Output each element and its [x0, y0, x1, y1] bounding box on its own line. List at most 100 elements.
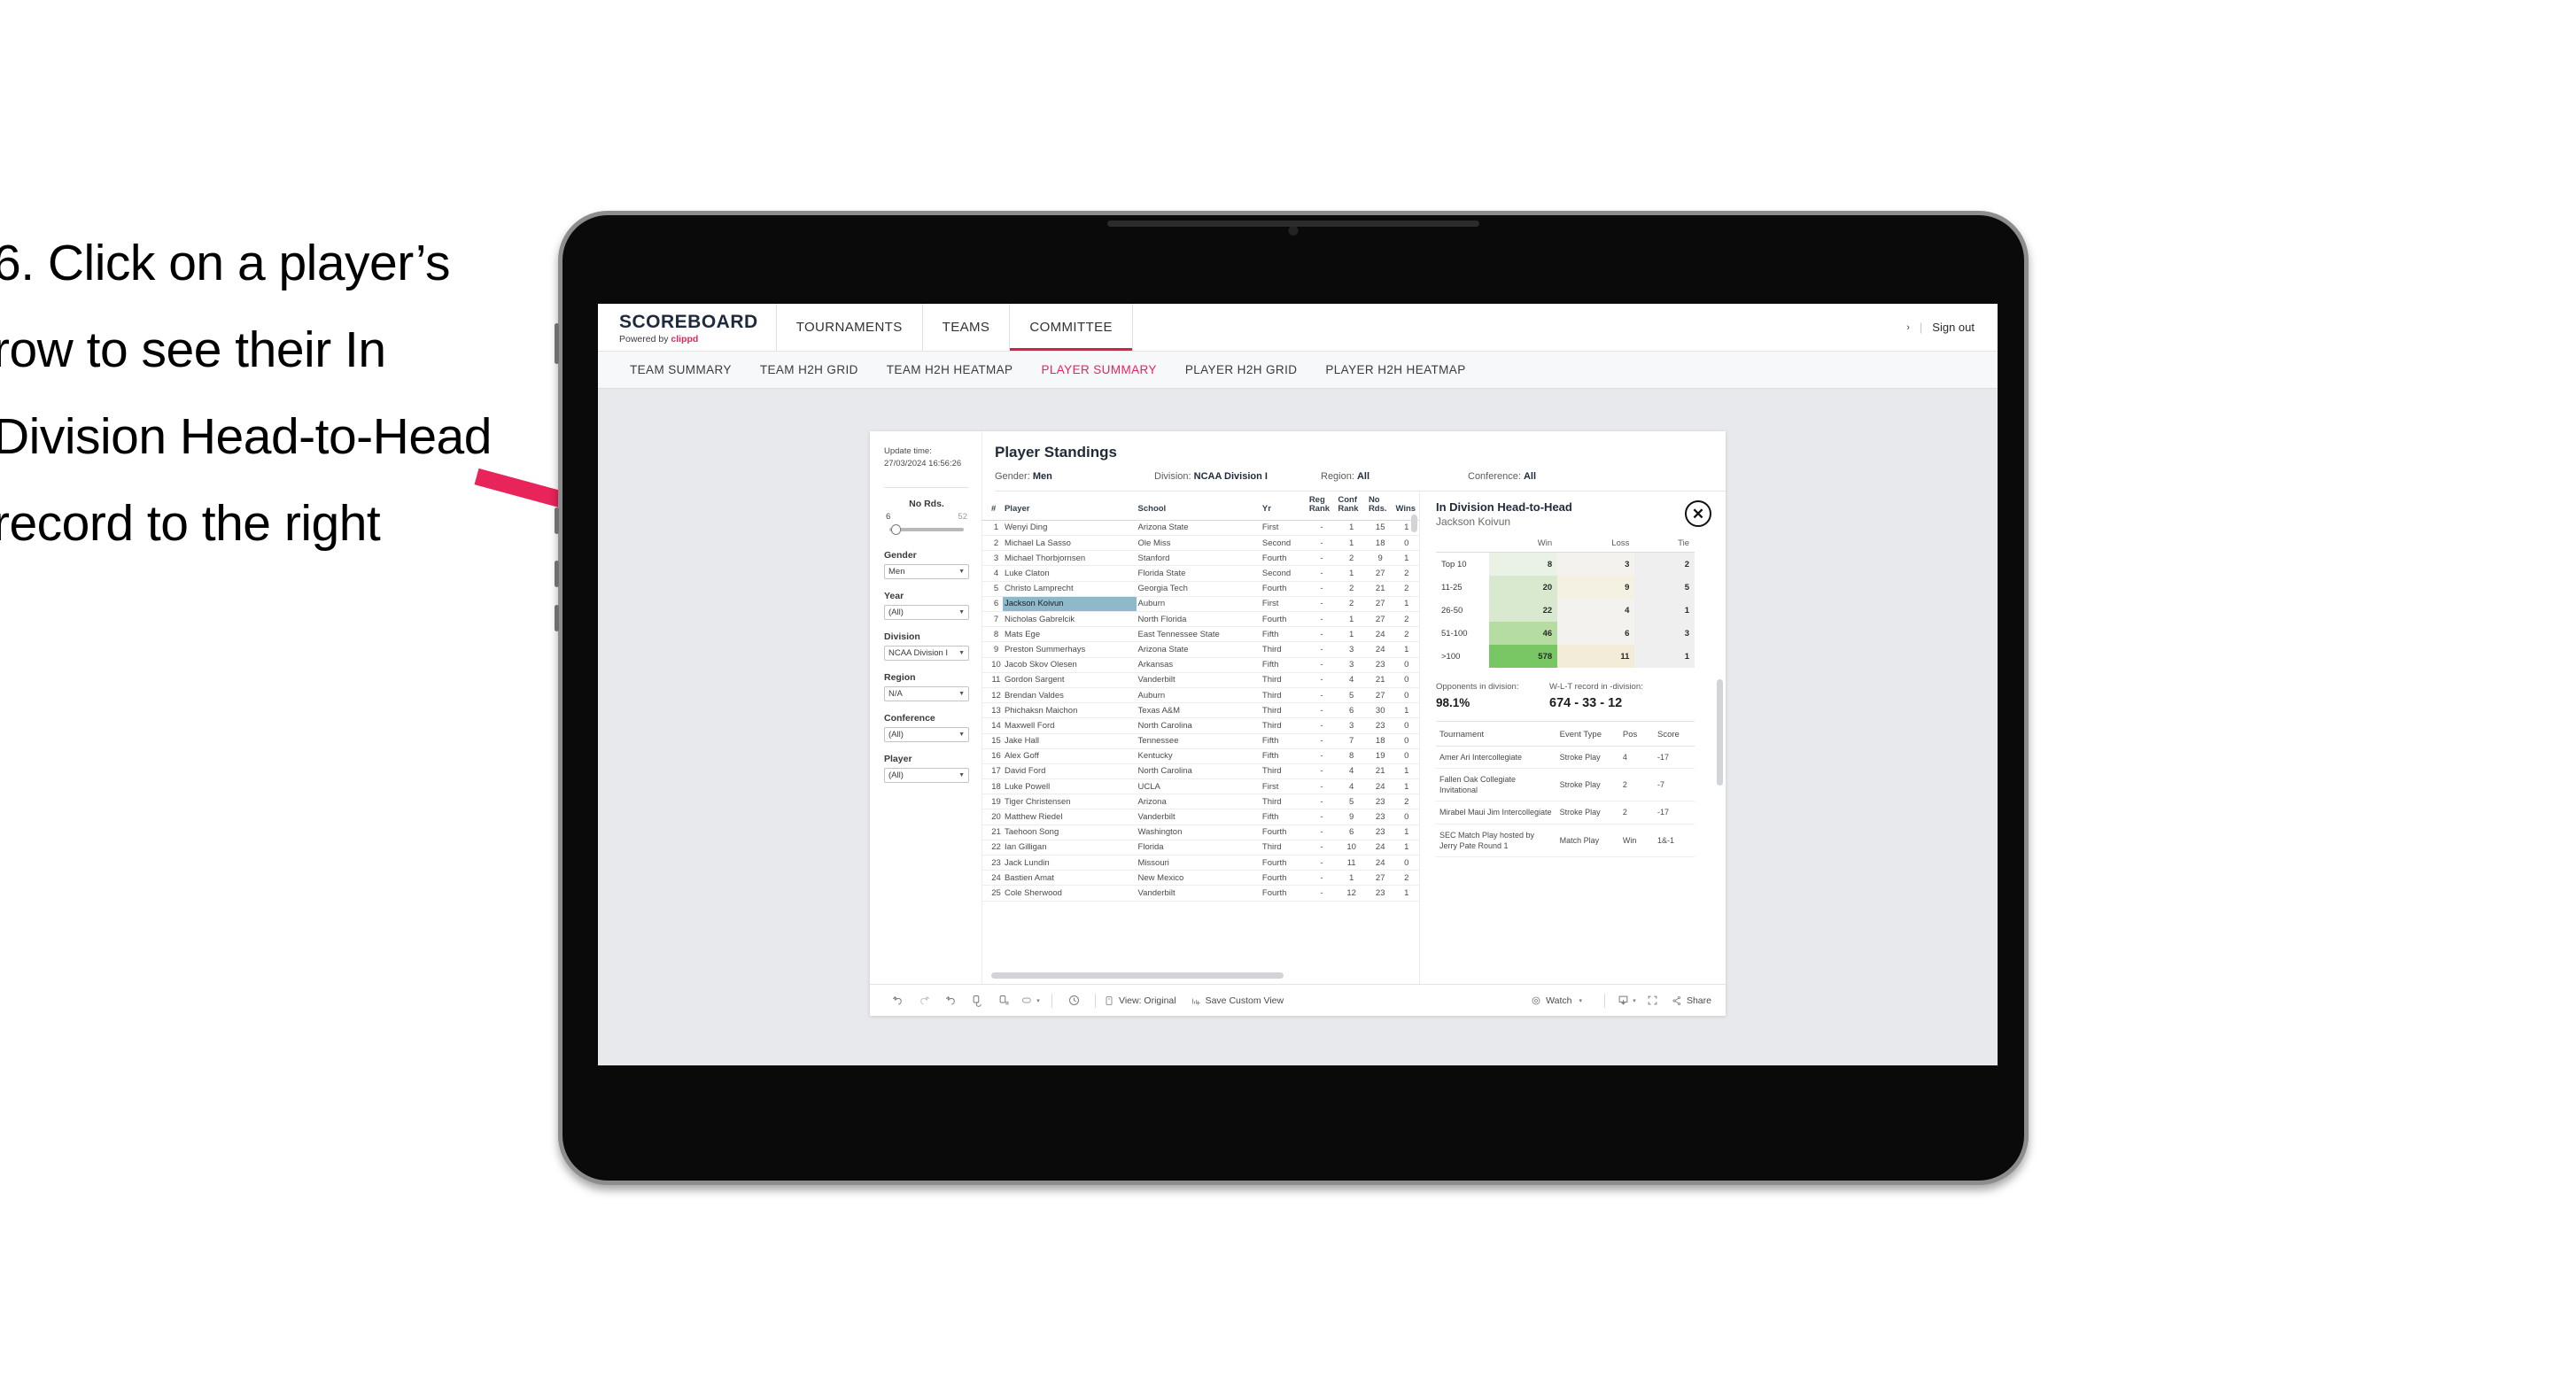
table-row[interactable]: 18 Luke Powell UCLA First -4 24 1	[982, 778, 1419, 795]
cell-conf-rank: 6	[1336, 825, 1367, 840]
table-row[interactable]: 17 David Ford North Carolina Third -4 21 1	[982, 763, 1419, 780]
table-row[interactable]: 23 Jack Lundin Missouri Fourth -11 24 0	[982, 855, 1419, 871]
table-row[interactable]: 15 Jake Hall Tennessee Fifth -7 18 0	[982, 733, 1419, 749]
table-row[interactable]: 3 Michael Thorbjornsen Stanford Fourth -2 9 1	[982, 550, 1419, 567]
app-logo[interactable]: SCOREBOARD Powered by clippd	[598, 304, 777, 351]
clock-icon[interactable]	[1060, 994, 1087, 1007]
table-row[interactable]: 10 Jacob Skov Olesen Arkansas Fifth -3 23 0	[982, 657, 1419, 673]
slider-handle[interactable]	[891, 523, 901, 535]
tournament-row[interactable]: Fallen Oak Collegiate Invitational Stroke…	[1436, 768, 1695, 802]
tourn-col-tournament[interactable]: Tournament	[1436, 724, 1556, 747]
cell-pos: 2	[1618, 801, 1654, 825]
table-row[interactable]: 25 Cole Sherwood Vanderbilt Fourth -12 23 1	[982, 885, 1419, 902]
chevron-down-icon[interactable]: ▾	[1036, 997, 1040, 1004]
tab-player-h2h-heatmap[interactable]: PLAYER H2H HEATMAP	[1311, 363, 1479, 376]
stat-opponents-in-division: Opponents in division: 98.1%	[1436, 682, 1549, 710]
table-row[interactable]: 5 Christo Lamprecht Georgia Tech Fourth -2 21…	[982, 581, 1419, 597]
fullscreen-icon[interactable]	[1640, 994, 1666, 1007]
view-original-button[interactable]: View: Original	[1104, 995, 1176, 1006]
table-row[interactable]: 13 Phichaksn Maichon Texas A&M Third -6 30 1	[982, 702, 1419, 719]
redo-icon[interactable]	[911, 994, 937, 1007]
save-custom-view-button[interactable]: Save Custom View	[1191, 995, 1284, 1006]
table-row[interactable]: 19 Tiger Christensen Arizona Third -5 23 2	[982, 794, 1419, 810]
tab-team-h2h-heatmap[interactable]: TEAM H2H HEATMAP	[873, 363, 1028, 376]
filter-year-select[interactable]: (All) ▼	[884, 604, 969, 620]
no-rounds-slider[interactable]: No Rds. 6 52	[884, 499, 969, 538]
cell-rank: 7	[982, 611, 1003, 628]
col-reg-rank[interactable]: Reg Rank	[1307, 492, 1337, 521]
h2h-band-label: >100	[1436, 645, 1489, 668]
table-row[interactable]: 16 Alex Goff Kentucky Fifth -8 19 0	[982, 748, 1419, 764]
layout-icon[interactable]: ▾	[1017, 994, 1044, 1007]
cell-player: Nicholas Gabrelcik	[1002, 611, 1137, 628]
cell-player: Bastien Amat	[1002, 870, 1137, 887]
table-row[interactable]: 9 Preston Summerhays Arizona State Third -3 2…	[982, 641, 1419, 658]
close-icon[interactable]: ✕	[1685, 500, 1711, 527]
tourn-col-pos[interactable]: Pos	[1618, 724, 1654, 747]
meta-gender: Gender: Men	[995, 471, 1052, 482]
nav-teams[interactable]: TEAMS	[923, 304, 1011, 351]
download-icon[interactable]: ▾	[1613, 994, 1640, 1007]
tab-team-h2h-grid[interactable]: TEAM H2H GRID	[746, 363, 873, 376]
filter-division-select[interactable]: NCAA Division I ▼	[884, 645, 969, 661]
logo-wordmark: SCOREBOARD	[619, 312, 758, 332]
table-row[interactable]: 7 Nicholas Gabrelcik North Florida Fourth -1…	[982, 611, 1419, 628]
tab-player-h2h-grid[interactable]: PLAYER H2H GRID	[1171, 363, 1312, 376]
table-row[interactable]: 1 Wenyi Ding Arizona State First -1 15 1	[982, 520, 1419, 537]
chevron-right-icon[interactable]: ›	[1906, 322, 1910, 333]
revert-icon[interactable]	[937, 994, 964, 1007]
watch-button[interactable]: Watch ▾	[1531, 995, 1582, 1006]
table-row[interactable]: 8 Mats Ege East Tennessee State Fifth -1 24 2	[982, 626, 1419, 643]
col-player[interactable]: Player	[1002, 492, 1137, 521]
dashboard-canvas: Update time: 27/03/2024 16:56:26 No Rds.…	[598, 389, 1998, 1065]
panel-titles: In Division Head-to-Head Jackson Koivun	[1436, 500, 1572, 528]
cell-event-type: Stroke Play	[1556, 746, 1619, 770]
table-row[interactable]: 24 Bastien Amat New Mexico Fourth -1 27 2	[982, 870, 1419, 887]
filter-conference-select[interactable]: (All) ▼	[884, 726, 969, 742]
vertical-scrollbar[interactable]	[1411, 515, 1417, 532]
tourn-col-event-type[interactable]: Event Type	[1556, 724, 1619, 747]
tablet-device-frame: SCOREBOARD Powered by clippd TOURNAMENTS…	[555, 211, 2029, 1185]
share-button[interactable]: Share	[1672, 995, 1711, 1006]
nav-committee[interactable]: COMMITTEE	[1010, 304, 1133, 351]
col-conf-rank[interactable]: Conf Rank	[1336, 492, 1367, 521]
table-row[interactable]: 11 Gordon Sargent Vanderbilt Third -4 21 0	[982, 672, 1419, 688]
cell-reg-rank: -	[1307, 855, 1337, 871]
cell-no-rds: 9	[1366, 550, 1394, 567]
table-row[interactable]: 6 Jackson Koivun Auburn First -2 27 1	[982, 596, 1419, 613]
nav-tournaments[interactable]: TOURNAMENTS	[777, 304, 923, 351]
refresh-data-icon[interactable]	[964, 994, 990, 1007]
table-row[interactable]: 20 Matthew Riedel Vanderbilt Fifth -9 23 0	[982, 809, 1419, 825]
col-yr[interactable]: Yr	[1260, 492, 1307, 521]
table-row[interactable]: 4 Luke Claton Florida State Second -1 27 2	[982, 565, 1419, 582]
col-rank[interactable]: #	[982, 492, 1003, 521]
horizontal-scrollbar[interactable]	[991, 972, 1284, 979]
tournament-row[interactable]: Amer Ari Intercollegiate Stroke Play 4 -17	[1436, 746, 1695, 770]
col-no-rds[interactable]: No Rds.	[1366, 492, 1394, 521]
undo-icon[interactable]	[884, 994, 911, 1007]
table-row[interactable]: 2 Michael La Sasso Ole Miss Second -1 18 0	[982, 535, 1419, 552]
tab-player-summary[interactable]: PLAYER SUMMARY	[1027, 363, 1170, 376]
standings-table: # Player School Yr Reg Rank Conf Rank No Rd…	[982, 492, 1419, 902]
col-school[interactable]: School	[1136, 492, 1261, 521]
tourn-col-score[interactable]: Score	[1653, 724, 1695, 747]
cell-score: -17	[1653, 746, 1695, 770]
chevron-down-icon[interactable]: ▾	[1633, 997, 1636, 1004]
filter-gender-select[interactable]: Men ▼	[884, 563, 969, 579]
table-row[interactable]: 22 Ian Gilligan Florida Third -10 24 1	[982, 840, 1419, 856]
table-row[interactable]: 21 Taehoon Song Washington Fourth -6 23 1	[982, 825, 1419, 840]
cell-school: Tennessee	[1136, 733, 1261, 749]
filter-region-select[interactable]: N/A ▼	[884, 685, 969, 701]
cell-event-type: Stroke Play	[1556, 768, 1619, 802]
table-row[interactable]: 12 Brendan Valdes Auburn Third -5 27 0	[982, 687, 1419, 704]
sign-out-link[interactable]: Sign out	[1932, 321, 1975, 334]
panel-scrollbar[interactable]	[1717, 679, 1723, 786]
tournament-row[interactable]: Mirabel Maui Jim Intercollegiate Stroke P…	[1436, 801, 1695, 825]
pause-updates-icon[interactable]	[990, 994, 1017, 1007]
slider-track[interactable]	[889, 523, 964, 535]
chevron-down-icon[interactable]: ▾	[1579, 997, 1582, 1004]
tournament-row[interactable]: SEC Match Play hosted by Jerry Pate Roun…	[1436, 824, 1695, 857]
table-row[interactable]: 14 Maxwell Ford North Carolina Third -3 23 0	[982, 717, 1419, 734]
tab-team-summary[interactable]: TEAM SUMMARY	[616, 363, 746, 376]
filter-player-select[interactable]: (All) ▼	[884, 767, 969, 783]
